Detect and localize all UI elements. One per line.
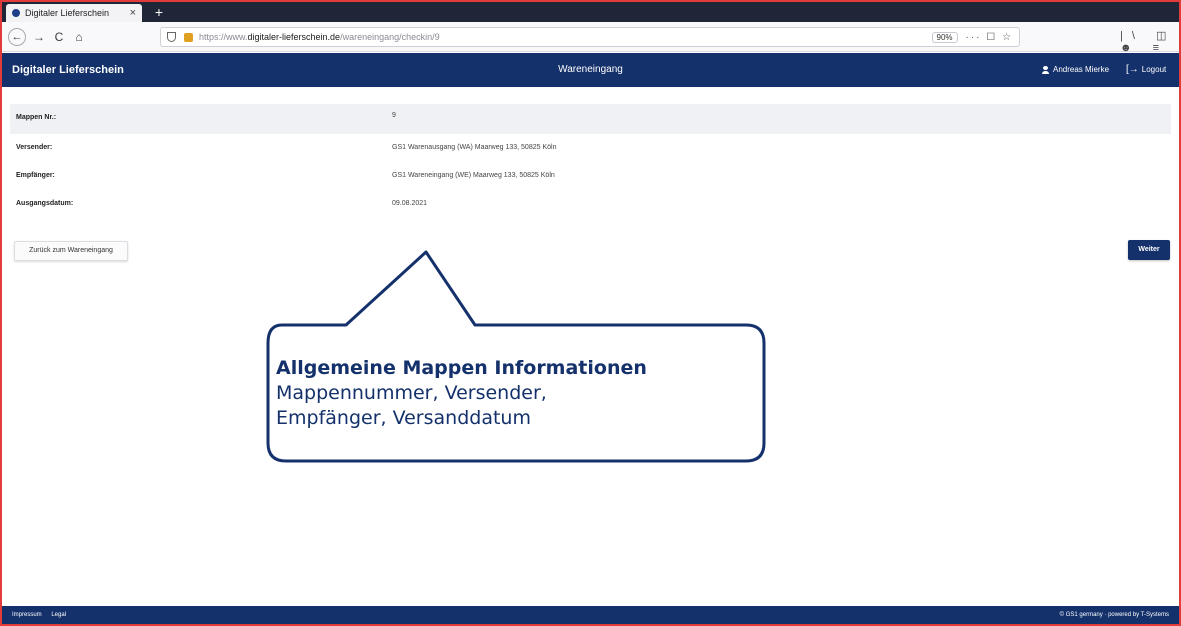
next-button[interactable]: Weiter: [1128, 240, 1170, 260]
url-prefix: https://www.: [199, 32, 248, 42]
info-label: Ausgangsdatum:: [16, 200, 74, 207]
info-row-folder-number: Mappen Nr.: 9: [10, 104, 1171, 134]
address-bar[interactable]: https://www. digitaler-lieferschein.de /…: [160, 27, 1020, 47]
logout-link[interactable]: [→ Logout: [1126, 64, 1166, 75]
info-value: 09.08.2021: [392, 200, 428, 207]
info-row-recipient: Empfänger: GS1 Wareneingang (WE) Maarweg…: [10, 162, 1171, 190]
home-button[interactable]: ⌂: [70, 28, 88, 46]
page-actions-icons[interactable]: ··· ☐ ☆: [966, 32, 1013, 43]
back-button[interactable]: ←: [8, 28, 26, 46]
url-host: digitaler-lieferschein.de: [247, 32, 341, 42]
lock-icon[interactable]: [184, 32, 193, 42]
app-footer: Impressum Legal © GS1 germany · powered …: [2, 606, 1179, 624]
info-value: GS1 Wareneingang (WE) Maarweg 133, 50825…: [392, 172, 555, 179]
callout-text: Allgemeine Mappen Informationen Mappennu…: [276, 356, 647, 431]
info-label: Versender:: [16, 144, 53, 151]
tab-strip: Digitaler Lieferschein × +: [2, 2, 1179, 22]
browser-tab[interactable]: Digitaler Lieferschein ×: [6, 4, 142, 22]
footer-link-imprint[interactable]: Impressum: [12, 612, 42, 618]
back-to-goods-receipt-button[interactable]: Zurück zum Wareneingang: [14, 241, 128, 261]
forward-button[interactable]: →: [30, 28, 48, 46]
footer-copyright: © GS1 germany · powered by T-Systems: [1059, 612, 1169, 618]
user-name: Andreas Mierke: [1053, 65, 1110, 74]
reload-button[interactable]: C: [50, 28, 68, 46]
tab-title: Digitaler Lieferschein: [25, 8, 110, 18]
info-label: Empfänger:: [16, 172, 55, 179]
folder-info-table: Mappen Nr.: 9 Versender: GS1 Warenausgan…: [10, 104, 1171, 218]
user-icon: [1042, 65, 1049, 74]
favicon-icon: [12, 9, 20, 17]
info-value: 9: [392, 112, 396, 119]
callout-title: Allgemeine Mappen Informationen: [276, 357, 647, 379]
close-tab-icon[interactable]: ×: [130, 7, 136, 19]
user-menu[interactable]: Andreas Mierke: [1042, 65, 1109, 74]
toolbar-icons[interactable]: |\ ◫ ☻ ≡: [1120, 29, 1179, 54]
info-row-dispatch-date: Ausgangsdatum: 09.08.2021: [10, 190, 1171, 218]
callout-line: Empfänger, Versanddatum: [276, 407, 531, 429]
tracking-shield-icon[interactable]: [167, 32, 176, 42]
app-header: Digitaler Lieferschein Wareneingang Andr…: [2, 53, 1179, 87]
url-path: /wareneingang/checkin/9: [340, 32, 440, 42]
info-label: Mappen Nr.:: [16, 114, 57, 121]
browser-navbar: ← → C ⌂ https://www. digitaler-liefersch…: [2, 22, 1179, 54]
info-row-sender: Versender: GS1 Warenausgang (WA) Maarweg…: [10, 134, 1171, 162]
info-value: GS1 Warenausgang (WA) Maarweg 133, 50825…: [392, 144, 557, 151]
zoom-indicator[interactable]: 90%: [931, 31, 958, 43]
logout-label: Logout: [1141, 65, 1167, 74]
page-title: Wareneingang: [558, 64, 623, 75]
footer-links: Impressum Legal: [12, 612, 74, 618]
logout-icon: [→: [1126, 64, 1139, 75]
new-tab-button[interactable]: +: [152, 4, 166, 20]
callout-line: Mappennummer, Versender,: [276, 382, 547, 404]
footer-link-legal[interactable]: Legal: [51, 612, 66, 618]
